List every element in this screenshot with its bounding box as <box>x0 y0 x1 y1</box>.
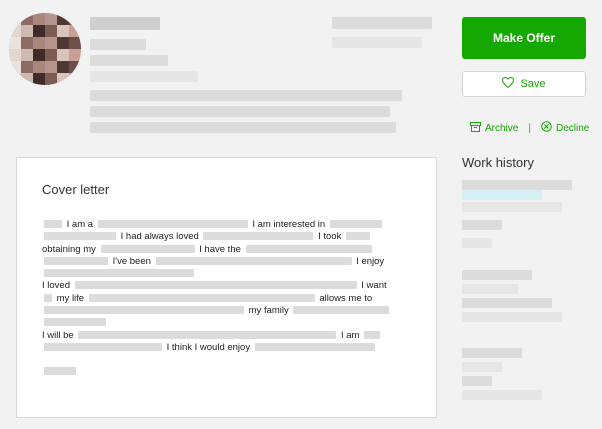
cover-text: I will be <box>42 329 74 341</box>
archive-button[interactable]: Archive <box>470 121 519 135</box>
cover-line <box>42 317 408 329</box>
cover-text: my family <box>248 305 289 317</box>
cover-line: I think I would enjoy <box>42 342 408 354</box>
cover-line <box>42 268 408 280</box>
cover-letter-title: Cover letter <box>42 182 110 197</box>
cover-text: I've been <box>112 255 151 267</box>
cover-text: I want <box>361 280 387 292</box>
decline-button[interactable]: Decline <box>541 121 589 135</box>
profile-header-redacted <box>90 17 432 137</box>
action-separator: | <box>528 122 531 134</box>
archive-box-icon <box>470 121 481 135</box>
archive-decline-row: Archive | Decline <box>470 120 589 136</box>
cover-text: I am <box>340 329 360 341</box>
cover-text: I had always loved <box>120 231 199 243</box>
cover-line <box>42 366 408 378</box>
cover-line: obtaining my I have the <box>42 244 408 256</box>
avatar <box>9 13 81 85</box>
work-history-title: Work history <box>462 155 534 170</box>
cover-text: obtaining my <box>42 243 96 255</box>
cover-letter-body: I am a I am interested in I had always l… <box>42 219 408 379</box>
archive-label: Archive <box>485 122 519 134</box>
cover-line: I am a I am interested in <box>42 219 408 231</box>
heart-outline-icon <box>502 76 515 91</box>
cover-line: my family <box>42 305 408 317</box>
save-button[interactable]: Save <box>462 71 586 97</box>
cover-line: I will be I am <box>42 330 408 342</box>
cover-line: I had always loved I took <box>42 231 408 243</box>
cover-text: my life <box>56 292 85 304</box>
decline-label: Decline <box>555 122 590 134</box>
cover-text: I loved <box>42 280 70 292</box>
cover-text: I took <box>318 231 342 243</box>
cover-line: I loved I want <box>42 280 408 292</box>
cover-text: allows me to <box>319 292 373 304</box>
cover-letter-card: Cover letter I am a I am interested in I… <box>16 157 437 418</box>
work-history-list-redacted <box>462 180 592 420</box>
save-label: Save <box>520 78 546 90</box>
make-offer-button[interactable]: Make Offer <box>462 17 586 59</box>
cover-line: my life allows me to <box>42 293 408 305</box>
cover-text: I enjoy <box>356 255 385 267</box>
cover-text: I am interested in <box>252 219 326 230</box>
cover-text: I think I would enjoy <box>166 341 251 353</box>
cover-line: I've been I enjoy <box>42 256 408 268</box>
x-circle-icon <box>541 121 552 135</box>
cover-text: I am a <box>66 219 94 230</box>
cover-text: I have the <box>199 243 241 255</box>
